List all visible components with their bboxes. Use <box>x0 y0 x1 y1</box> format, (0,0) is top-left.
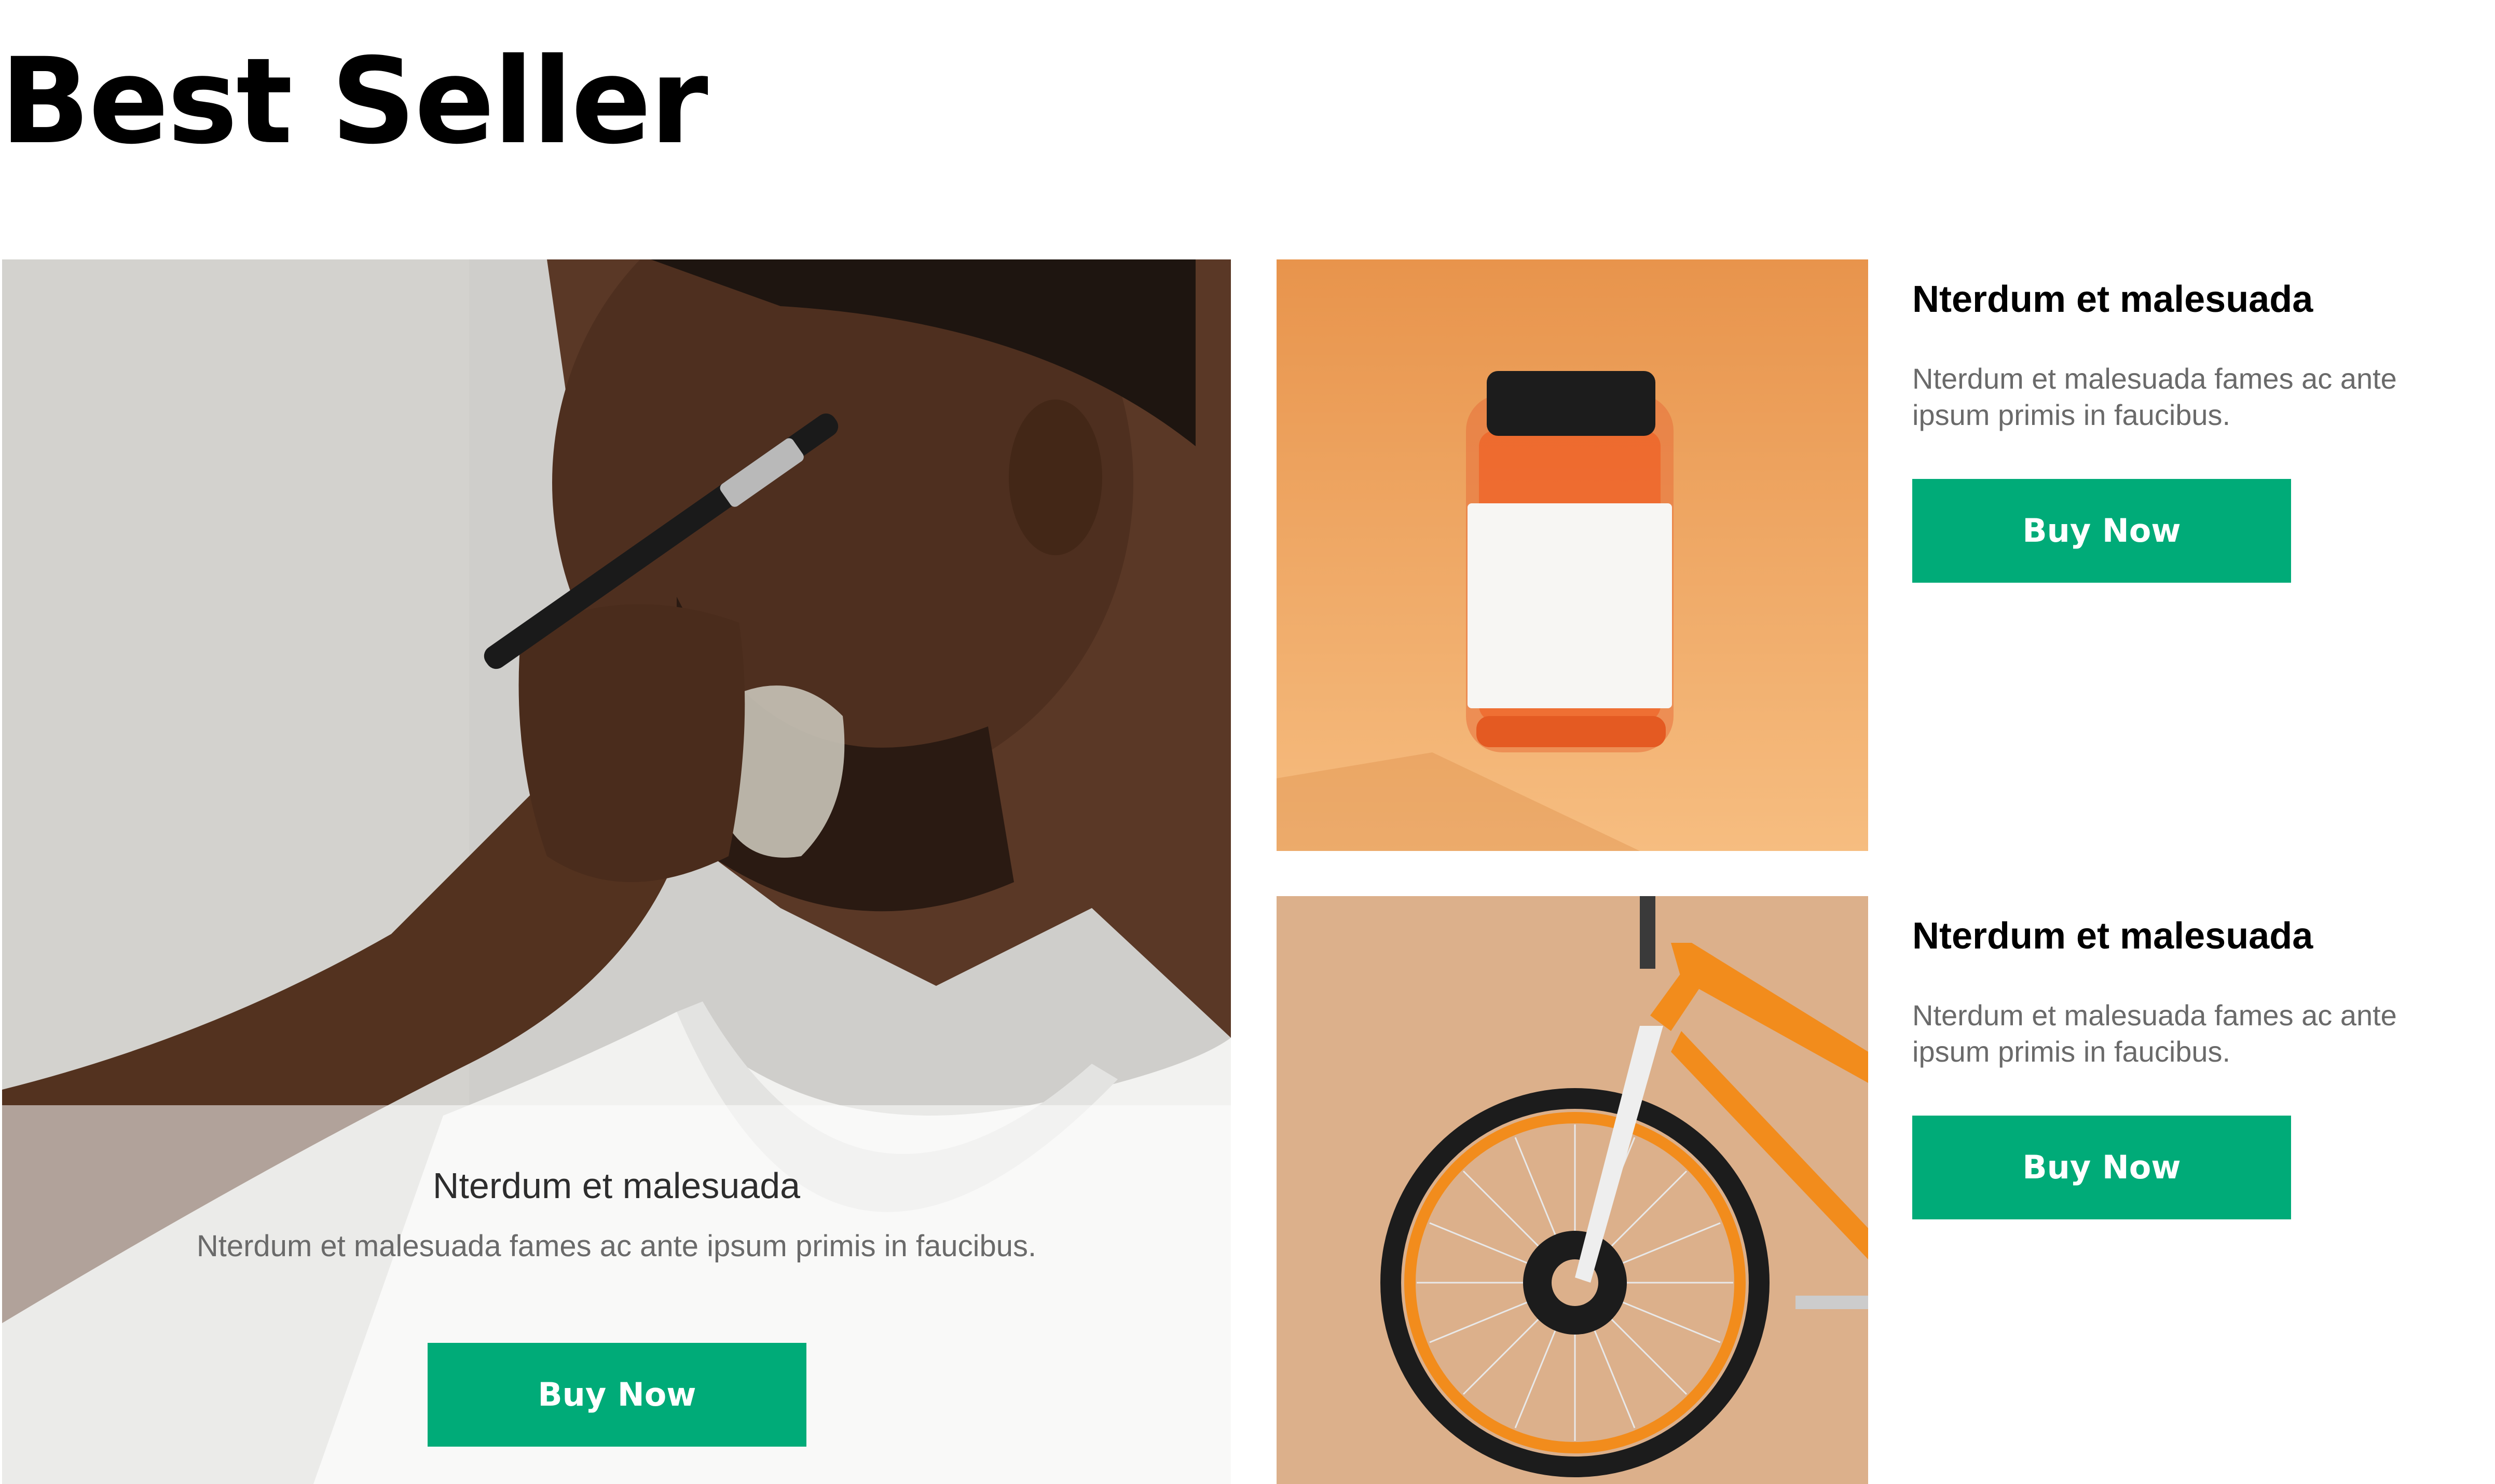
buy-now-button[interactable]: Buy Now <box>1912 1116 2291 1219</box>
product-description: Nterdum et malesuada fames ac ante ipsum… <box>1912 362 2397 431</box>
featured-product-card: Nterdum et malesuada Nterdum et malesuad… <box>2 259 1231 1484</box>
buy-now-button[interactable]: Buy Now <box>1912 479 2291 583</box>
featured-buy-now-button[interactable]: Buy Now <box>428 1343 806 1447</box>
product-info-1: Nterdum et malesuada Nterdum et malesuad… <box>1912 278 2483 583</box>
product-title: Nterdum et malesuada <box>1912 915 2313 957</box>
product-image-supplement-jar <box>1277 259 1868 851</box>
product-title: Nterdum et malesuada <box>1912 279 2313 320</box>
product-image-bicycle <box>1277 896 1868 1484</box>
section-title: Best Seller <box>0 32 708 170</box>
product-description: Nterdum et malesuada fames ac ante ipsum… <box>1912 999 2397 1068</box>
featured-product-description: Nterdum et malesuada fames ac ante ipsum… <box>196 1229 1037 1263</box>
product-info-2: Nterdum et malesuada Nterdum et malesuad… <box>1912 914 2483 1219</box>
featured-product-title: Nterdum et malesuada <box>432 1165 801 1206</box>
